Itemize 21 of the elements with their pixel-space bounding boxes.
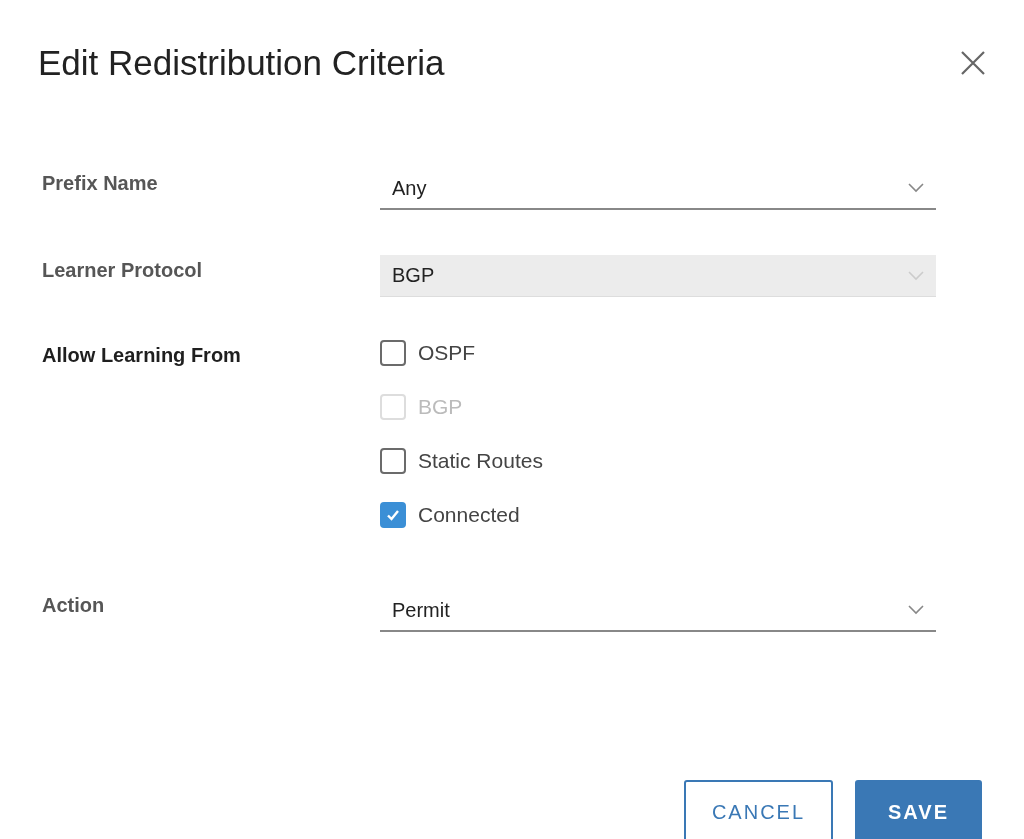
checkbox[interactable]: [380, 340, 406, 366]
field-label: Action: [41, 593, 106, 617]
select-field[interactable]: Permit: [380, 590, 936, 632]
checkmark-icon: [385, 508, 401, 522]
checkbox-label: Connected: [418, 503, 520, 527]
cancel-button[interactable]: CANCEL: [684, 780, 833, 839]
dialog-title: Edit Redistribution Criteria: [38, 43, 445, 83]
caret-icon: [908, 605, 924, 615]
field-label: Allow Learning From: [41, 343, 242, 367]
select-field[interactable]: Any: [380, 168, 936, 210]
caret-icon: [908, 270, 924, 281]
checkbox[interactable]: [380, 502, 406, 528]
caret-icon: [908, 183, 924, 193]
field-label: Learner Protocol: [41, 258, 204, 282]
field-label: Prefix Name: [41, 171, 159, 195]
checkbox-label: Static Routes: [418, 449, 543, 473]
checkbox-label: BGP: [418, 395, 463, 419]
close-icon[interactable]: [960, 50, 986, 76]
save-button[interactable]: SAVE: [855, 780, 982, 839]
checkbox-label: OSPF: [418, 341, 476, 365]
checkbox[interactable]: [380, 448, 406, 474]
